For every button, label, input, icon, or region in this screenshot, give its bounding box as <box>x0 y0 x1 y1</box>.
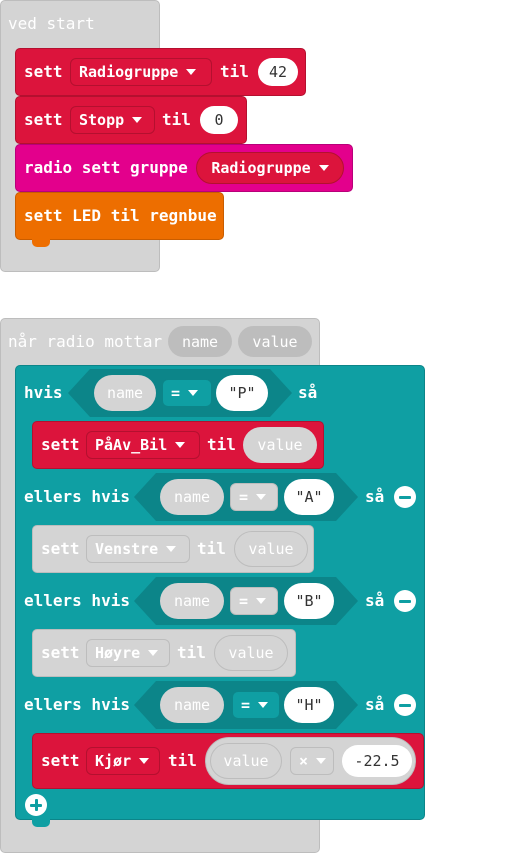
on-start-header: ved start <box>8 14 95 33</box>
string-input-a[interactable]: "A" <box>284 479 334 515</box>
plus-circle-icon[interactable] <box>25 794 47 816</box>
value-reporter[interactable]: value <box>214 635 288 671</box>
then-keyword: så <box>365 591 385 610</box>
variable-dropdown-venstre[interactable]: Venstre <box>86 535 190 563</box>
number-input-42[interactable]: 42 <box>258 58 298 86</box>
else-if-keyword: ellers hvis <box>24 487 130 506</box>
then-keyword: så <box>365 695 385 714</box>
string-input-p[interactable]: "P" <box>216 375 268 411</box>
set-keyword: sett <box>24 110 63 129</box>
operator-symbol: = <box>171 384 181 402</box>
dropdown-caret-icon <box>258 702 269 708</box>
to-keyword: til <box>207 435 236 454</box>
value-reporter[interactable]: value <box>210 743 282 779</box>
dropdown-caret-icon <box>132 117 143 123</box>
set-keyword: sett <box>24 62 63 81</box>
set-keyword: sett <box>41 539 80 558</box>
string-input-h[interactable]: "H" <box>284 687 334 723</box>
else-if-keyword: ellers hvis <box>24 591 130 610</box>
dropdown-caret-icon <box>175 442 186 448</box>
dropdown-caret-icon <box>139 758 150 764</box>
variable-dropdown-radiogruppe[interactable]: Radiogruppe <box>70 58 212 86</box>
variable-name: Høyre <box>95 644 141 662</box>
set-keyword: sett <box>41 751 80 770</box>
dropdown-caret-icon <box>318 165 329 171</box>
variable-name: Radiogruppe <box>211 159 311 177</box>
number-input-0[interactable]: 0 <box>200 106 238 134</box>
param-value-chip[interactable]: value <box>238 326 312 357</box>
param-name-chip[interactable]: name <box>168 326 232 357</box>
to-keyword: til <box>162 110 191 129</box>
dropdown-caret-icon <box>166 546 177 552</box>
variable-name: Stopp <box>79 111 125 129</box>
to-keyword: til <box>220 62 249 81</box>
name-reporter[interactable]: name <box>160 687 224 723</box>
dropdown-caret-icon <box>186 69 197 75</box>
to-keyword: til <box>197 539 226 558</box>
dropdown-caret-icon <box>256 494 267 500</box>
dropdown-caret-icon <box>256 598 267 604</box>
value-reporter[interactable]: value <box>243 427 317 463</box>
then-keyword: så <box>298 383 318 402</box>
variable-dropdown-hoyre[interactable]: Høyre <box>86 639 170 667</box>
operator-symbol: × <box>299 752 309 770</box>
arithmetic-operator-dropdown[interactable]: × <box>290 747 334 775</box>
operator-dropdown[interactable]: = <box>162 379 212 407</box>
minus-circle-icon[interactable] <box>394 694 416 716</box>
variable-dropdown-paav-bil[interactable]: PåAv_Bil <box>86 431 200 459</box>
dropdown-caret-icon <box>148 650 159 656</box>
to-keyword: til <box>168 751 197 770</box>
variable-name: PåAv_Bil <box>95 436 168 454</box>
value-reporter[interactable]: value <box>234 531 308 567</box>
block-notch <box>32 239 50 247</box>
dropdown-caret-icon <box>188 390 199 396</box>
led-rainbow-label: sett LED til regnbue <box>24 206 217 225</box>
block-notch <box>32 819 50 827</box>
operator-dropdown[interactable]: = <box>230 587 278 615</box>
to-keyword: til <box>177 643 206 662</box>
if-keyword: hvis <box>24 383 63 402</box>
minus-circle-icon[interactable] <box>394 486 416 508</box>
set-keyword: sett <box>41 435 80 454</box>
variable-name: Venstre <box>95 540 159 558</box>
name-reporter[interactable]: name <box>160 583 224 619</box>
set-keyword: sett <box>41 643 80 662</box>
operator-symbol: = <box>239 488 249 506</box>
operator-symbol: = <box>239 592 249 610</box>
dropdown-caret-icon <box>316 758 327 764</box>
variable-dropdown-stopp[interactable]: Stopp <box>70 106 155 134</box>
minus-circle-icon[interactable] <box>394 590 416 612</box>
on-radio-header: når radio mottar <box>8 332 163 351</box>
operator-dropdown[interactable]: = <box>230 483 278 511</box>
radio-set-group-label: radio sett gruppe <box>24 158 188 177</box>
operator-dropdown[interactable]: = <box>232 691 280 719</box>
variable-name: Radiogruppe <box>79 63 179 81</box>
name-reporter[interactable]: name <box>94 375 156 411</box>
operator-symbol: = <box>241 696 251 714</box>
number-input-negative[interactable]: -22.5 <box>342 745 412 777</box>
then-keyword: så <box>365 487 385 506</box>
name-reporter[interactable]: name <box>160 479 224 515</box>
string-input-b[interactable]: "B" <box>284 583 334 619</box>
variable-name: Kjør <box>95 752 132 770</box>
variable-reporter-radiogruppe[interactable]: Radiogruppe <box>196 152 344 184</box>
else-if-keyword: ellers hvis <box>24 695 130 714</box>
variable-dropdown-kjor[interactable]: Kjør <box>86 747 160 775</box>
